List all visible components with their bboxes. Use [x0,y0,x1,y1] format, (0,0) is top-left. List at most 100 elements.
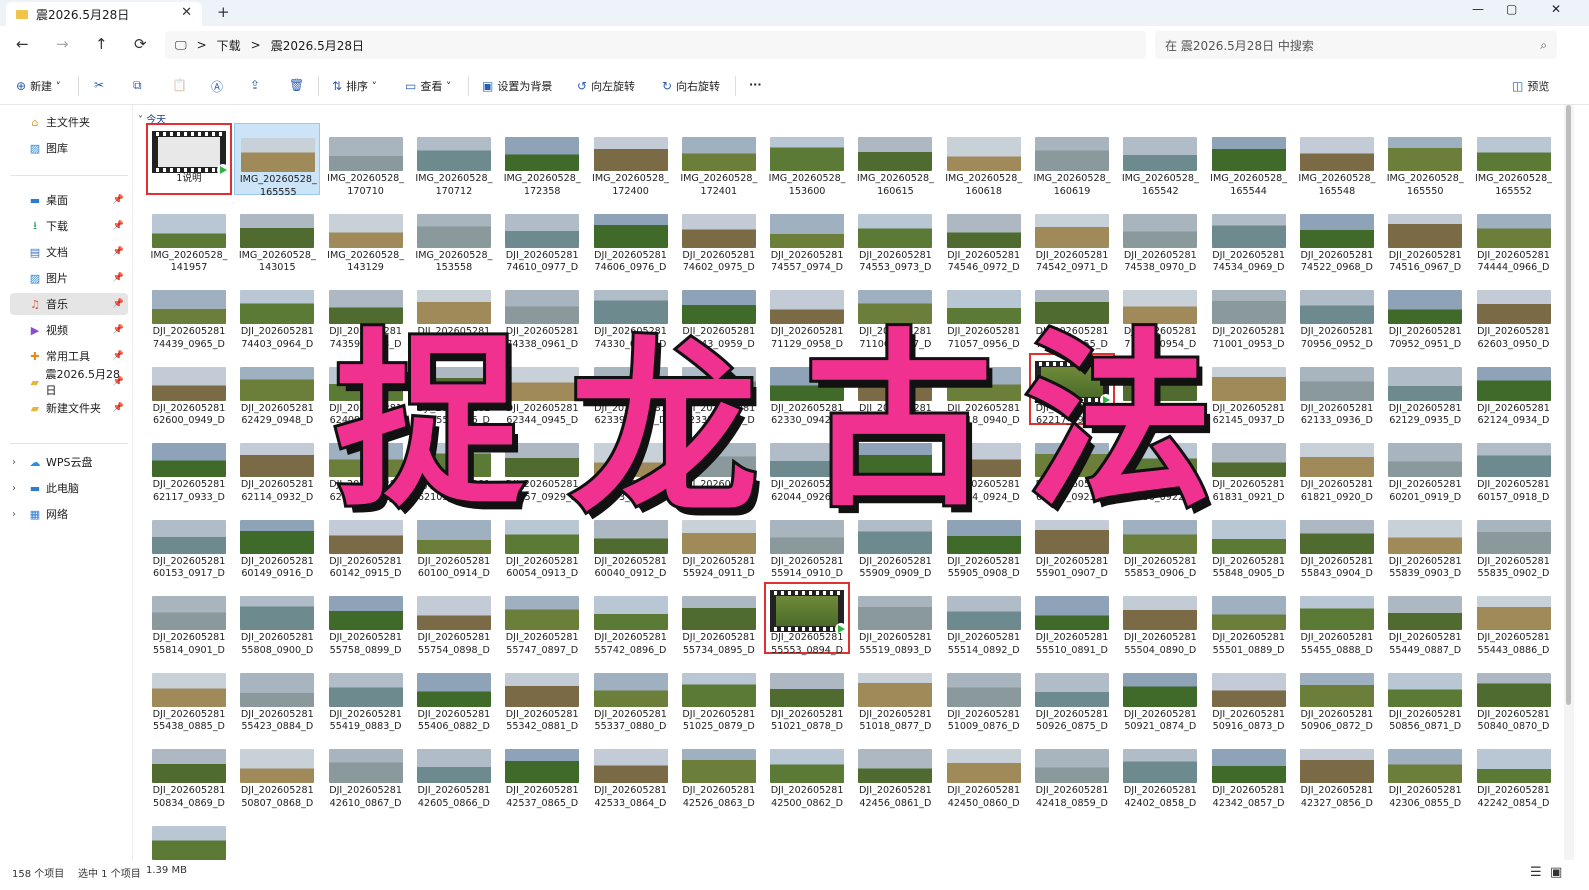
image-file-item[interactable]: DJI_202605281 42537_0865_D [499,735,585,809]
image-file-item[interactable]: DJI_202605281 62344_0945_D [499,353,585,426]
image-file-item[interactable]: DJI_202605281 51021_0878_D [764,659,850,732]
image-file-item[interactable]: IMG_20260528_ 141957 [146,200,232,273]
view-button[interactable]: ▭ 查看 ˅ [405,78,451,94]
image-file-item[interactable]: DJI_202605281 62600_0949_D [146,353,232,426]
image-file-item[interactable]: DJI_202605281 55514_0892_D [941,582,1027,656]
breadcrumb-downloads[interactable]: 下载 [217,37,241,54]
image-file-item[interactable]: DJI_202605281 60157_0918_D [1471,429,1557,503]
image-file-item[interactable]: DJI_202605281 55501_0889_D [1206,582,1292,656]
sidebar-item-0[interactable]: ▬ 桌面 📌 [10,189,128,211]
image-file-item[interactable]: DJI_202605281 50921_0874_D [1117,659,1203,732]
pin-icon[interactable]: 📌 [113,273,124,283]
image-file-item[interactable]: DJI_202605281 62429_0948_D [234,353,320,426]
image-file-item[interactable]: DJI_202605281 74330_0960_D [588,276,674,350]
image-file-item[interactable]: DJI_202605281 62114_0932_D [234,429,320,503]
image-file-item[interactable]: DJI_202605281 74439_0965_D [146,276,232,350]
image-file-item[interactable]: DJI_202605281 60100_0914_D [411,506,497,579]
maximize-button[interactable]: ▢ [1506,2,1517,16]
image-file-item[interactable]: DJI_202605281 42456_0861_D [852,735,938,809]
image-file-item[interactable]: DJI_202605281 42327_0856_D [1294,735,1380,809]
image-file-item[interactable]: DJI_202605281 74557_0974_D [764,200,850,273]
image-file-item[interactable]: DJI_202605281 55914_0910_D [764,506,850,579]
image-file-item[interactable]: DJI_202605281 61851_0923_D [1029,429,1115,503]
image-file-item[interactable]: DJI_202605281 55504_0890_D [1117,582,1203,656]
image-file-item[interactable]: IMG_20260528_ 160618 [941,123,1027,197]
video-file-item[interactable]: DJI_202605281 62217_0939_D [1029,352,1115,426]
image-file-item[interactable]: IMG_20260528_ 165555 [234,123,321,198]
image-file-item[interactable]: DJI_202605281 55438_0885_D [146,659,232,732]
image-file-item[interactable]: DJI_202605281 55406_0882_D [411,659,497,732]
image-file-item[interactable]: DJI_202605281 42605_0866_D [411,735,497,809]
image-file-item[interactable]: DJI_202605281 74403_0964_D [234,276,320,350]
back-button[interactable]: ← [16,35,29,53]
image-file-item[interactable]: DJI_202605281 55924_0911_D [676,506,762,579]
image-file-item[interactable]: DJI_202605281 62057_0929_D [499,429,585,503]
image-file-item[interactable]: DJI_202605281 50856_0871_D [1382,659,1468,732]
image-file-item[interactable]: DJI_202605281 55734_0895_D [676,582,762,656]
address-bar[interactable]: 🖵 > 下载 > 震2026.5月28日 [165,31,1146,59]
image-file-item[interactable]: DJI_202605281 42500_0862_D [764,735,850,809]
image-file-item[interactable]: IMG_20260528_ 172358 [499,123,585,197]
image-file-item[interactable]: DJI_202605281 74602_0975_D [676,200,762,273]
vertical-scrollbar[interactable] [1564,105,1574,860]
up-button[interactable]: ↑ [95,35,108,53]
sidebar-item-2[interactable]: ▤ 文档 📌 [10,241,128,263]
image-file-item[interactable]: IMG_20260528_ 143129 [323,200,409,273]
image-file-item[interactable]: DJI_202605281 71143_0959_D [676,276,762,350]
thumbnail-view-button[interactable]: ▣ [1550,865,1562,880]
sidebar-item-wps-cloud[interactable]: › ☁ WPS云盘 [10,451,128,473]
search-input[interactable]: 在 震2026.5月28日 中搜索 ⌕ [1155,31,1557,59]
image-file-item[interactable]: IMG_20260528_ 165548 [1294,123,1380,197]
sidebar-item-home[interactable]: ⌂ 主文件夹 [10,111,128,133]
image-file-item[interactable]: DJI_202605281 70956_0952_D [1294,276,1380,350]
image-file-item[interactable]: IMG_20260528_ 170710 [323,123,409,197]
set-background-button[interactable]: ▣ 设置为背景 [482,78,552,94]
share-button[interactable]: ⇪ [250,78,264,92]
image-file-item[interactable]: IMG_20260528_ 160615 [852,123,938,197]
image-file-item[interactable]: DJI_202605281 71057_0956_D [941,276,1027,350]
sidebar-item-8[interactable]: ▰ 新建文件夹 📌 [10,397,128,419]
image-file-item[interactable]: DJI_202605281 62044_0926_D [764,429,850,503]
minimize-button[interactable]: — [1472,2,1484,16]
image-file-item[interactable]: DJI_202605281 60142_0915_D [323,506,409,579]
image-file-item[interactable]: DJI_202605281 50906_0872_D [1294,659,1380,732]
image-file-item[interactable]: IMG_20260528_ 160619 [1029,123,1115,197]
sidebar-item-network[interactable]: › ▦ 网络 [10,503,128,525]
breadcrumb-sep[interactable]: > [251,38,261,52]
image-file-item[interactable]: DJI_202605281 62318_0940_D [941,353,1027,426]
image-file-item[interactable]: IMG_20260528_ 165552 [1471,123,1557,197]
pin-icon[interactable]: 📌 [113,247,124,257]
image-file-item[interactable]: DJI_202605281 62322_0941_D [852,353,938,426]
image-file-item[interactable]: IMG_20260528_ 153558 [411,200,497,273]
image-file-item[interactable]: DJI_202605281 55742_0896_D [588,582,674,656]
image-file-item[interactable]: DJI_202605281 42342_0857_D [1206,735,1292,809]
copy-button[interactable]: ⧉ [133,78,146,93]
sidebar-item-1[interactable]: ⭳ 下载 📌 [10,215,128,237]
image-file-item[interactable]: DJI_202605281 55747_0897_D [499,582,585,656]
image-file-item[interactable]: DJI_202605281 74359_0963_D [323,276,409,350]
image-file-item[interactable]: DJI_202605281 74444_0966_D [1471,200,1557,273]
pin-icon[interactable]: 📌 [113,325,124,335]
image-file-item[interactable]: DJI_202605281 61831_0921_D [1206,429,1292,503]
image-file-item[interactable]: DJI_202605281 51025_0879_D [676,659,762,732]
image-file-item[interactable]: DJI_202605281 50840_0870_D [1471,659,1557,732]
sidebar-item-this-pc[interactable]: › ▬ 此电脑 [10,477,128,499]
image-file-item[interactable]: DJI_202605281 60040_0912_D [588,506,674,579]
image-file-item[interactable]: DJI_202605281 55754_0898_D [411,582,497,656]
rename-button[interactable]: Ⓐ [211,78,227,95]
image-file-item[interactable]: DJI_202605281 55808_0900_D [234,582,320,656]
refresh-button[interactable]: ⟳ [134,35,147,53]
image-file-item[interactable]: DJI_202605281 60054_0913_D [499,506,585,579]
pin-icon[interactable]: 📌 [113,403,124,413]
image-file-item[interactable]: DJI_202605281 50807_0868_D [234,735,320,809]
image-file-item[interactable]: DJI_202605281 62409_0947_D [323,353,409,426]
image-file-item[interactable]: DJI_202605281 50926_0875_D [1029,659,1115,732]
pin-icon[interactable]: 📌 [113,221,124,231]
image-file-item[interactable]: DJI_202605281 42306_0855_D [1382,735,1468,809]
image-file-item[interactable]: IMG_20260528_ 170712 [411,123,497,197]
image-file-item[interactable]: DJI_202605281 51009_0876_D [941,659,1027,732]
image-file-item[interactable]: DJI_202605281 71129_0958_D [764,276,850,350]
image-file-item[interactable]: DJI_202605281 62124_0934_D [1471,353,1557,426]
more-options-button[interactable]: ··· [749,78,762,91]
tab-close-icon[interactable]: ✕ [181,5,192,20]
